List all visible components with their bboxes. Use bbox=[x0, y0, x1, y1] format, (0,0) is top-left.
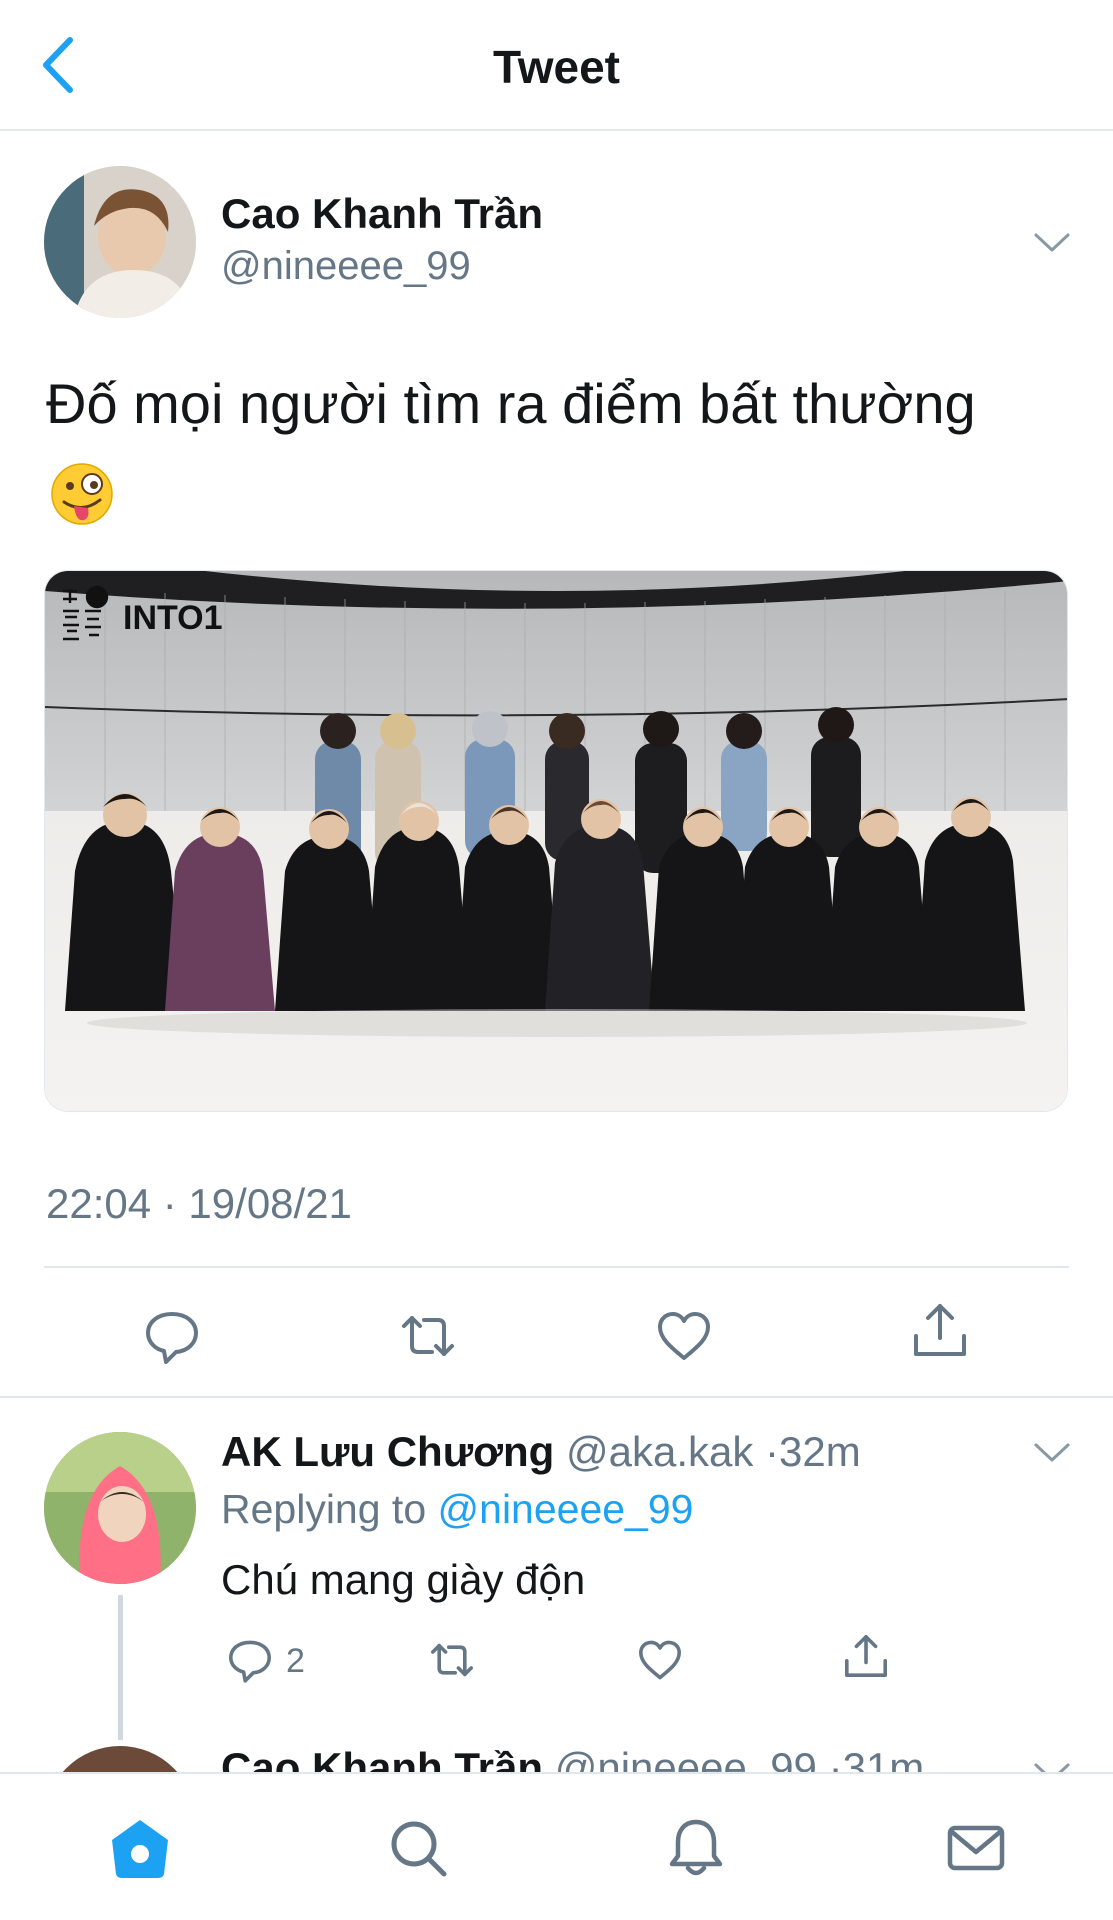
retweet-button[interactable] bbox=[398, 1306, 458, 1366]
next-reply-avatar[interactable] bbox=[44, 1746, 196, 1774]
next-reply-preview[interactable]: Cao Khanh Trần @nineeee_99 ·31m bbox=[0, 1700, 1113, 1774]
reply-header: AK Lưu Chương @aka.kak ·32m bbox=[221, 1428, 861, 1476]
reply-author-handle[interactable]: @aka.kak bbox=[566, 1428, 753, 1475]
reply-button[interactable] bbox=[142, 1306, 202, 1366]
next-reply-author-handle[interactable]: @nineeee_99 bbox=[555, 1744, 817, 1774]
page-title: Tweet bbox=[493, 41, 620, 93]
tab-home[interactable] bbox=[108, 1816, 172, 1880]
replying-prefix: Replying to bbox=[221, 1486, 438, 1532]
tab-search[interactable] bbox=[386, 1816, 450, 1880]
reply-author-name[interactable]: AK Lưu Chương bbox=[221, 1428, 554, 1475]
top-bar: Tweet bbox=[0, 0, 1113, 131]
dot-separator: · bbox=[765, 1428, 780, 1475]
reply-text: Chú mang giày độn bbox=[221, 1556, 586, 1603]
chevron-down-icon bbox=[1034, 1443, 1070, 1462]
divider bbox=[44, 1266, 1069, 1268]
reply-reply-button[interactable] bbox=[226, 1636, 274, 1684]
author-avatar[interactable] bbox=[44, 166, 196, 318]
reply-count: 2 bbox=[286, 1642, 305, 1680]
reply-retweet-button[interactable] bbox=[428, 1636, 476, 1684]
reply-options-button[interactable] bbox=[1032, 1440, 1072, 1466]
dot-separator: · bbox=[828, 1744, 843, 1774]
tweet-options-button[interactable] bbox=[1032, 230, 1072, 256]
heart-icon bbox=[639, 1640, 681, 1680]
reply-share-button[interactable] bbox=[842, 1632, 890, 1680]
share-icon bbox=[845, 1635, 887, 1677]
tweet-timestamp: 22:04 · 19/08/21 bbox=[46, 1180, 352, 1227]
like-button[interactable] bbox=[654, 1306, 714, 1366]
search-icon bbox=[391, 1821, 447, 1877]
bell-icon bbox=[669, 1819, 723, 1876]
reply-like-button[interactable] bbox=[636, 1636, 684, 1684]
media-logo-text: INTO1 bbox=[123, 599, 223, 637]
divider bbox=[0, 1396, 1113, 1398]
tweet-media-photo[interactable]: INTO1 bbox=[44, 570, 1068, 1112]
share-icon bbox=[914, 1304, 966, 1356]
comment-icon bbox=[229, 1640, 271, 1683]
next-reply-author-name[interactable]: Cao Khanh Trần bbox=[221, 1744, 543, 1774]
chevron-down-icon bbox=[1034, 233, 1070, 252]
comment-icon bbox=[146, 1312, 198, 1364]
envelope-icon bbox=[947, 1825, 1005, 1871]
replying-to-line: Replying to @nineeee_99 bbox=[221, 1486, 693, 1533]
winking-tongue-emoji bbox=[50, 462, 114, 526]
reply-author-avatar[interactable] bbox=[44, 1432, 196, 1584]
next-reply-time: 31m bbox=[842, 1744, 925, 1774]
author-handle[interactable]: @nineeee_99 bbox=[221, 244, 471, 289]
thread-line bbox=[118, 1700, 123, 1740]
next-reply-header: Cao Khanh Trần @nineeee_99 ·31m bbox=[221, 1744, 924, 1774]
retweet-icon bbox=[431, 1643, 473, 1677]
tweet-text: Đố mọi người tìm ra điểm bất thường bbox=[46, 372, 976, 435]
bottom-tab-bar bbox=[0, 1772, 1113, 1920]
share-button[interactable] bbox=[910, 1300, 970, 1360]
tab-messages[interactable] bbox=[944, 1816, 1008, 1880]
home-icon bbox=[112, 1820, 168, 1878]
tab-notifications[interactable] bbox=[664, 1816, 728, 1880]
replying-to-mention[interactable]: @nineeee_99 bbox=[438, 1486, 694, 1532]
retweet-icon bbox=[402, 1316, 454, 1356]
heart-icon bbox=[658, 1312, 710, 1360]
author-name[interactable]: Cao Khanh Trần bbox=[221, 190, 543, 238]
reply-time: 32m bbox=[779, 1428, 861, 1475]
